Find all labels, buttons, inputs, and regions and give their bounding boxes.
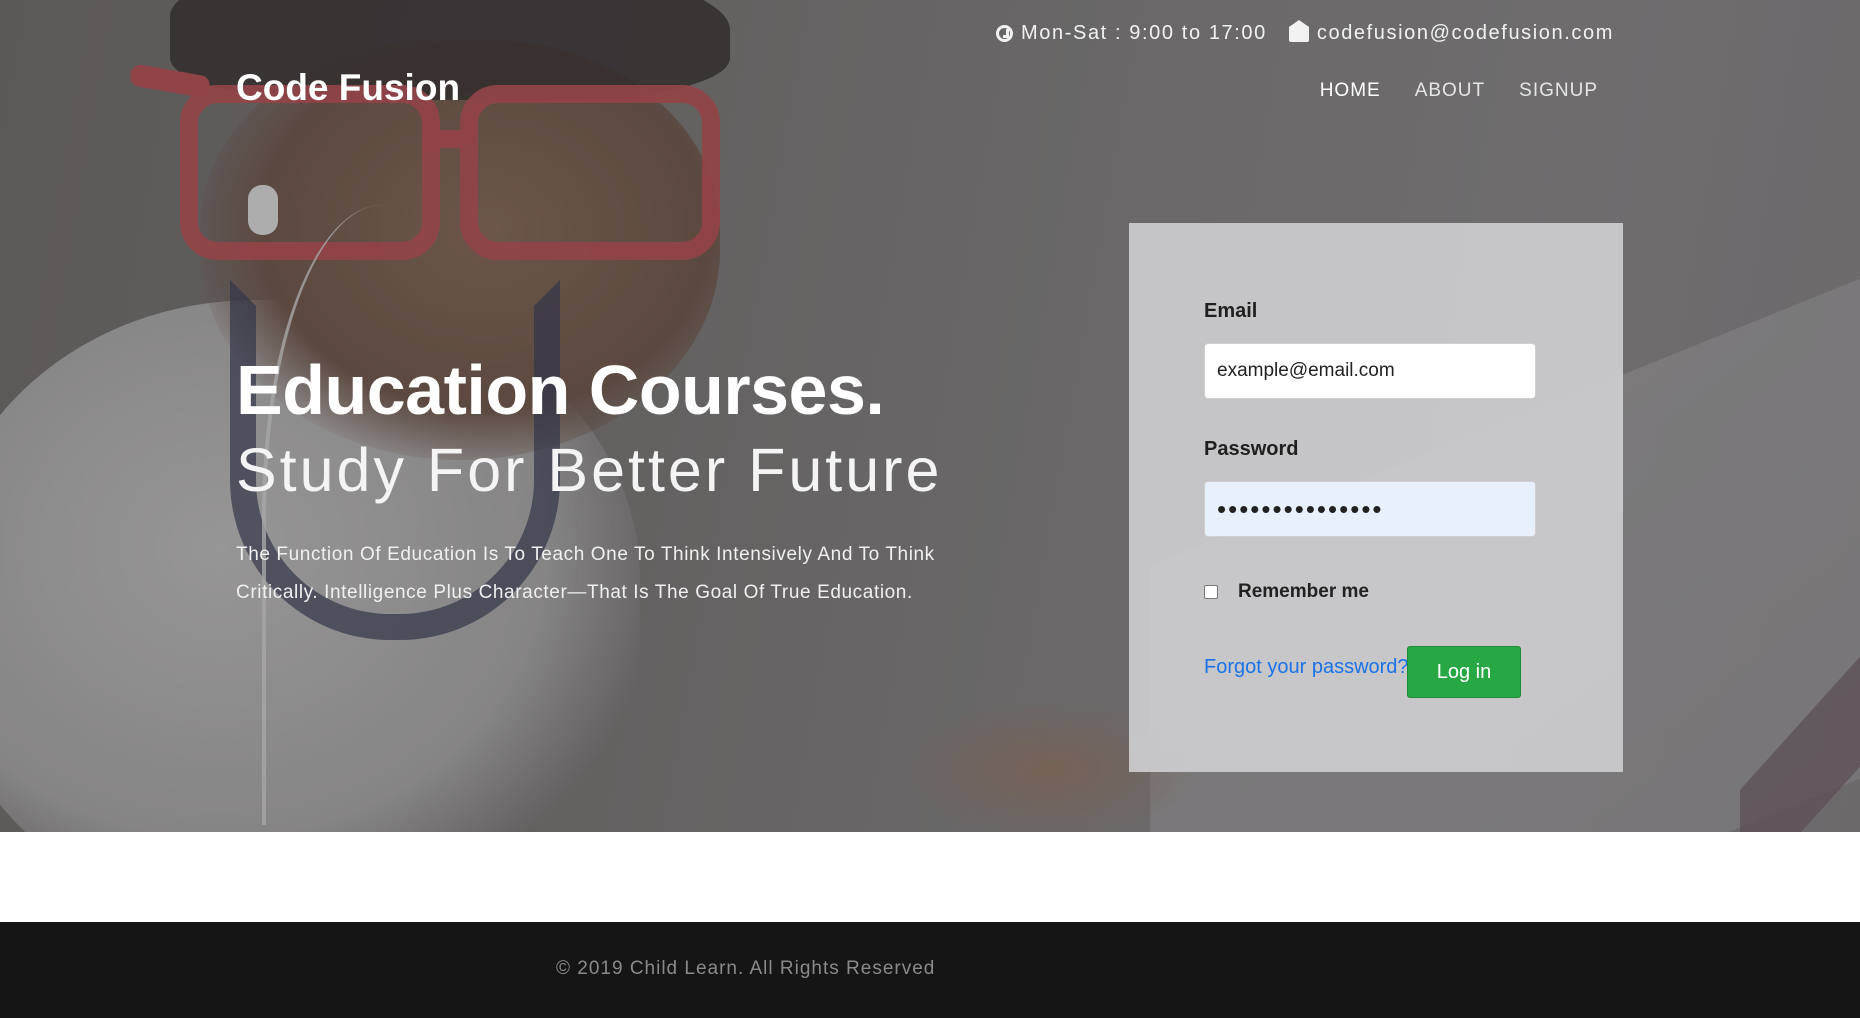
email-info: codefusion@codefusion.com [1288, 19, 1614, 45]
clock-icon [996, 25, 1014, 42]
nav-about[interactable]: ABOUT [1415, 80, 1485, 102]
nav-signup[interactable]: SIGNUP [1519, 80, 1598, 102]
remember-me-row: Remember me [1204, 581, 1369, 603]
email-label: Email [1204, 300, 1258, 322]
hours-text: Mon-Sat : 9:00 to 17:00 [1021, 22, 1267, 44]
email-field[interactable]: example@email.com [1204, 343, 1536, 399]
password-field[interactable]: ••••••••••••••• [1204, 481, 1536, 537]
contact-topbar: Mon-Sat : 9:00 to 17:00 codefusion@codef… [996, 19, 1614, 45]
content-spacer [0, 832, 1860, 922]
hero-text-block: Education Courses. Study For Better Futu… [236, 350, 996, 612]
remember-me-checkbox[interactable] [1204, 585, 1218, 599]
hero-subtitle: Study For Better Future [236, 436, 943, 504]
hero-description: The Function Of Education Is To Teach On… [236, 544, 935, 603]
contact-email-text: codefusion@codefusion.com [1316, 22, 1614, 44]
hero-section: Mon-Sat : 9:00 to 17:00 codefusion@codef… [0, 0, 1860, 832]
brand-logo[interactable]: Code Fusion [236, 67, 460, 109]
hero-title: Education Courses. [236, 351, 885, 429]
password-label: Password [1204, 438, 1299, 460]
hours-info: Mon-Sat : 9:00 to 17:00 [996, 22, 1267, 45]
page-footer: © 2019 Child Learn. All Rights Reserved [0, 922, 1860, 1018]
forgot-password-link[interactable]: Forgot your password? [1204, 656, 1409, 679]
login-button[interactable]: Log in [1407, 646, 1521, 698]
envelope-icon [1288, 19, 1309, 42]
login-form-card: Email example@email.com Password •••••••… [1129, 223, 1623, 772]
nav-home[interactable]: HOME [1320, 80, 1381, 102]
copyright-text: © 2019 Child Learn. All Rights Reserved [556, 958, 936, 979]
remember-me-label[interactable]: Remember me [1238, 581, 1369, 603]
main-nav: HOME ABOUT SIGNUP [1320, 80, 1598, 102]
